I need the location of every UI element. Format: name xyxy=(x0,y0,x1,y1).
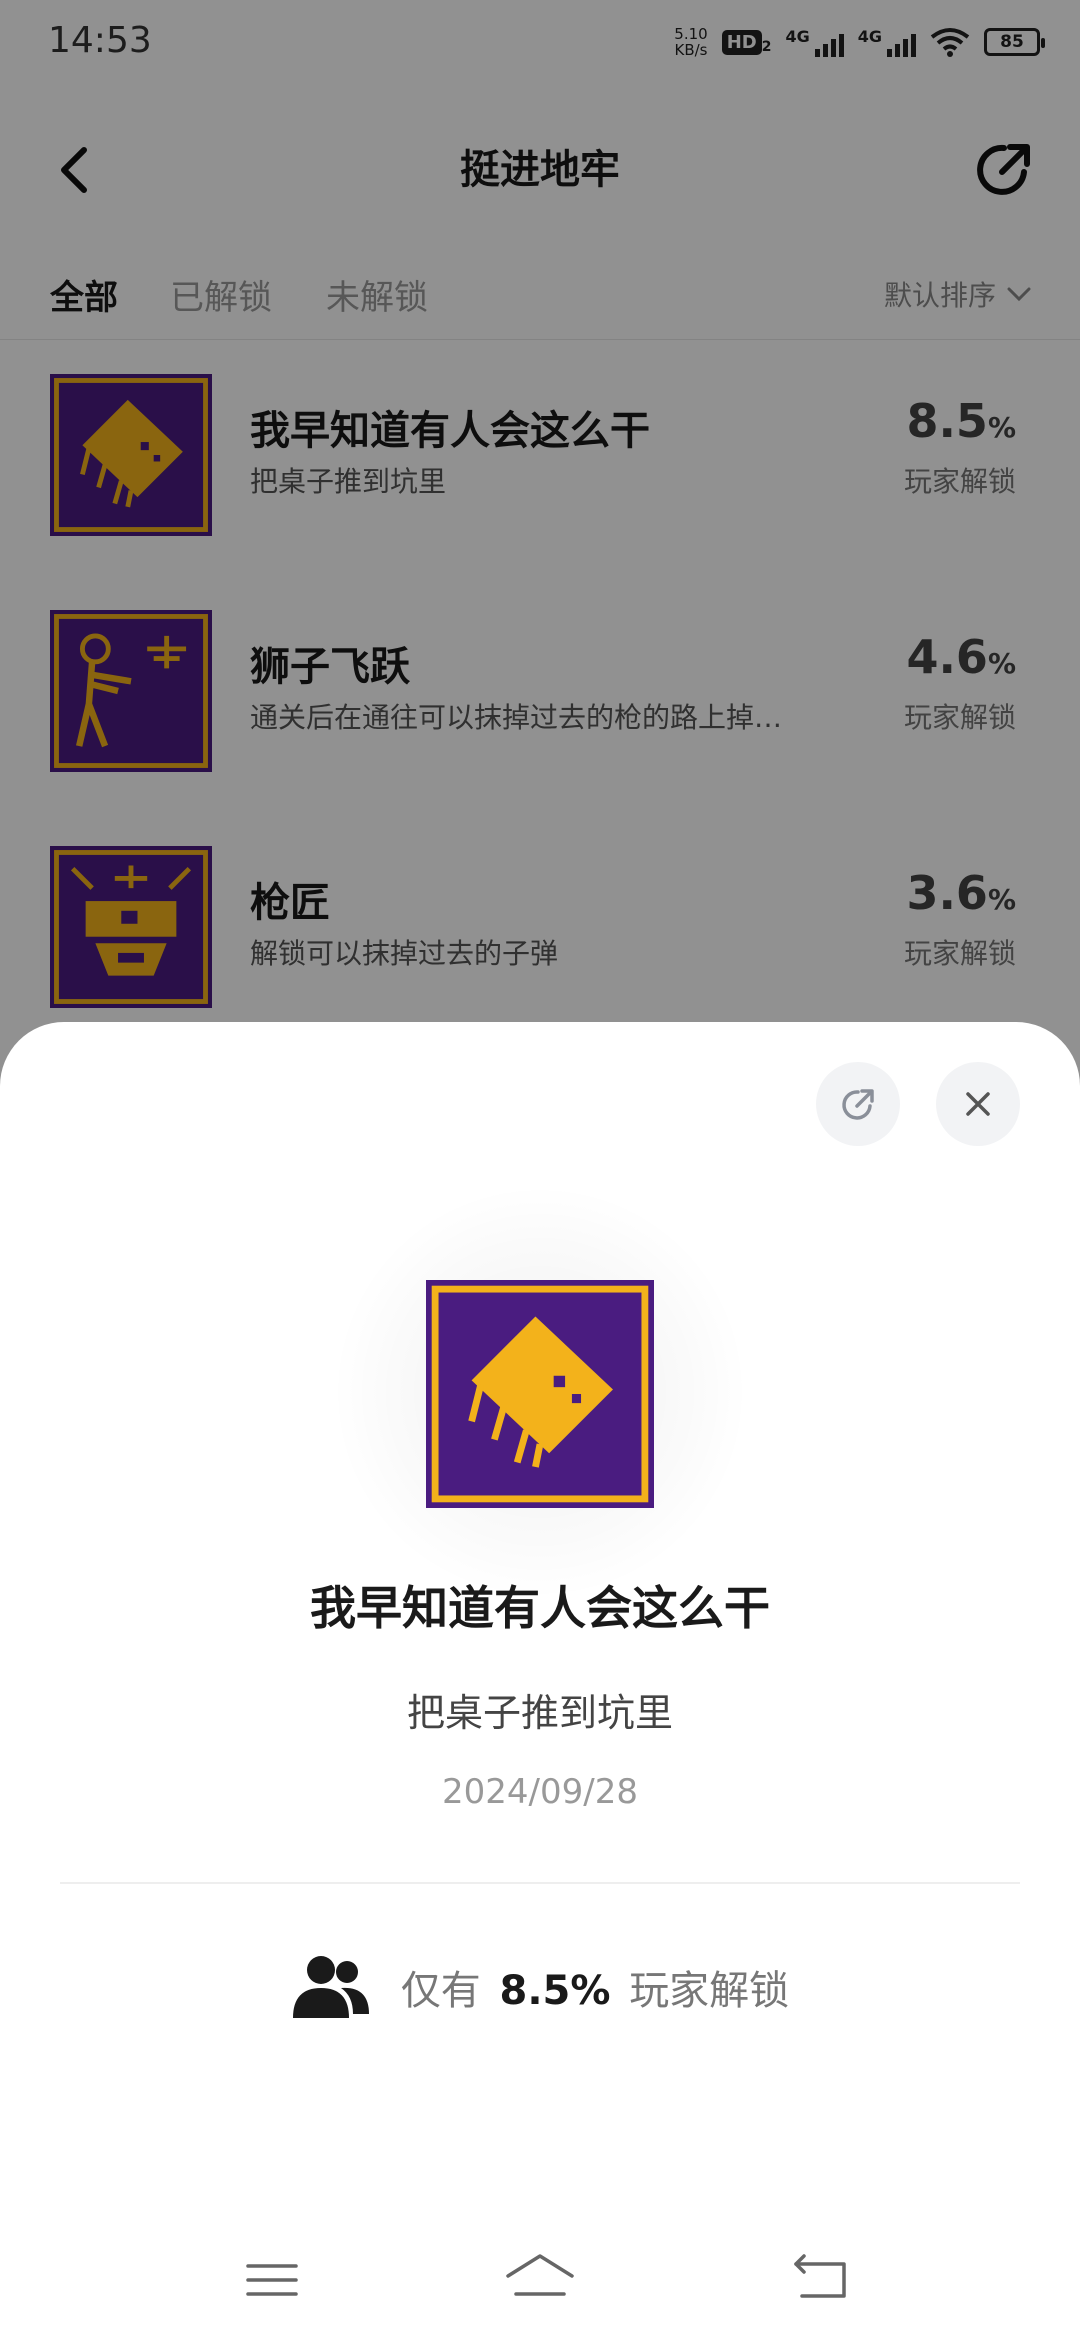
sheet-unlock-date: 2024/09/28 xyxy=(442,1772,638,1812)
sheet-close-button[interactable] xyxy=(936,1062,1020,1146)
unlock-stat: 仅有 8.5% 玩家解锁 xyxy=(0,1952,1080,2022)
table-achievement-icon xyxy=(426,1280,654,1508)
sheet-share-button[interactable] xyxy=(816,1062,900,1146)
sheet-achievement-name: 我早知道有人会这么干 xyxy=(310,1581,770,1635)
close-icon xyxy=(966,1092,990,1116)
divider xyxy=(60,1882,1020,1884)
menu-icon[interactable] xyxy=(232,2240,312,2320)
unlock-stat-value: 8.5% xyxy=(499,1968,611,2014)
share-icon xyxy=(842,1089,874,1120)
home-icon[interactable] xyxy=(500,2240,580,2320)
users-icon xyxy=(292,1956,369,2018)
sheet-achievement-desc: 把桌子推到坑里 xyxy=(406,1691,673,1735)
back-nav-icon[interactable] xyxy=(782,2240,862,2320)
achievement-detail-sheet: 我早知道有人会这么干 把桌子推到坑里 2024/09/28 仅有 8.5% 玩家… xyxy=(0,1022,1080,2340)
unlock-stat-text: 仅有 8.5% 玩家解锁 xyxy=(400,1968,790,2014)
system-nav-bar xyxy=(0,2220,1080,2340)
